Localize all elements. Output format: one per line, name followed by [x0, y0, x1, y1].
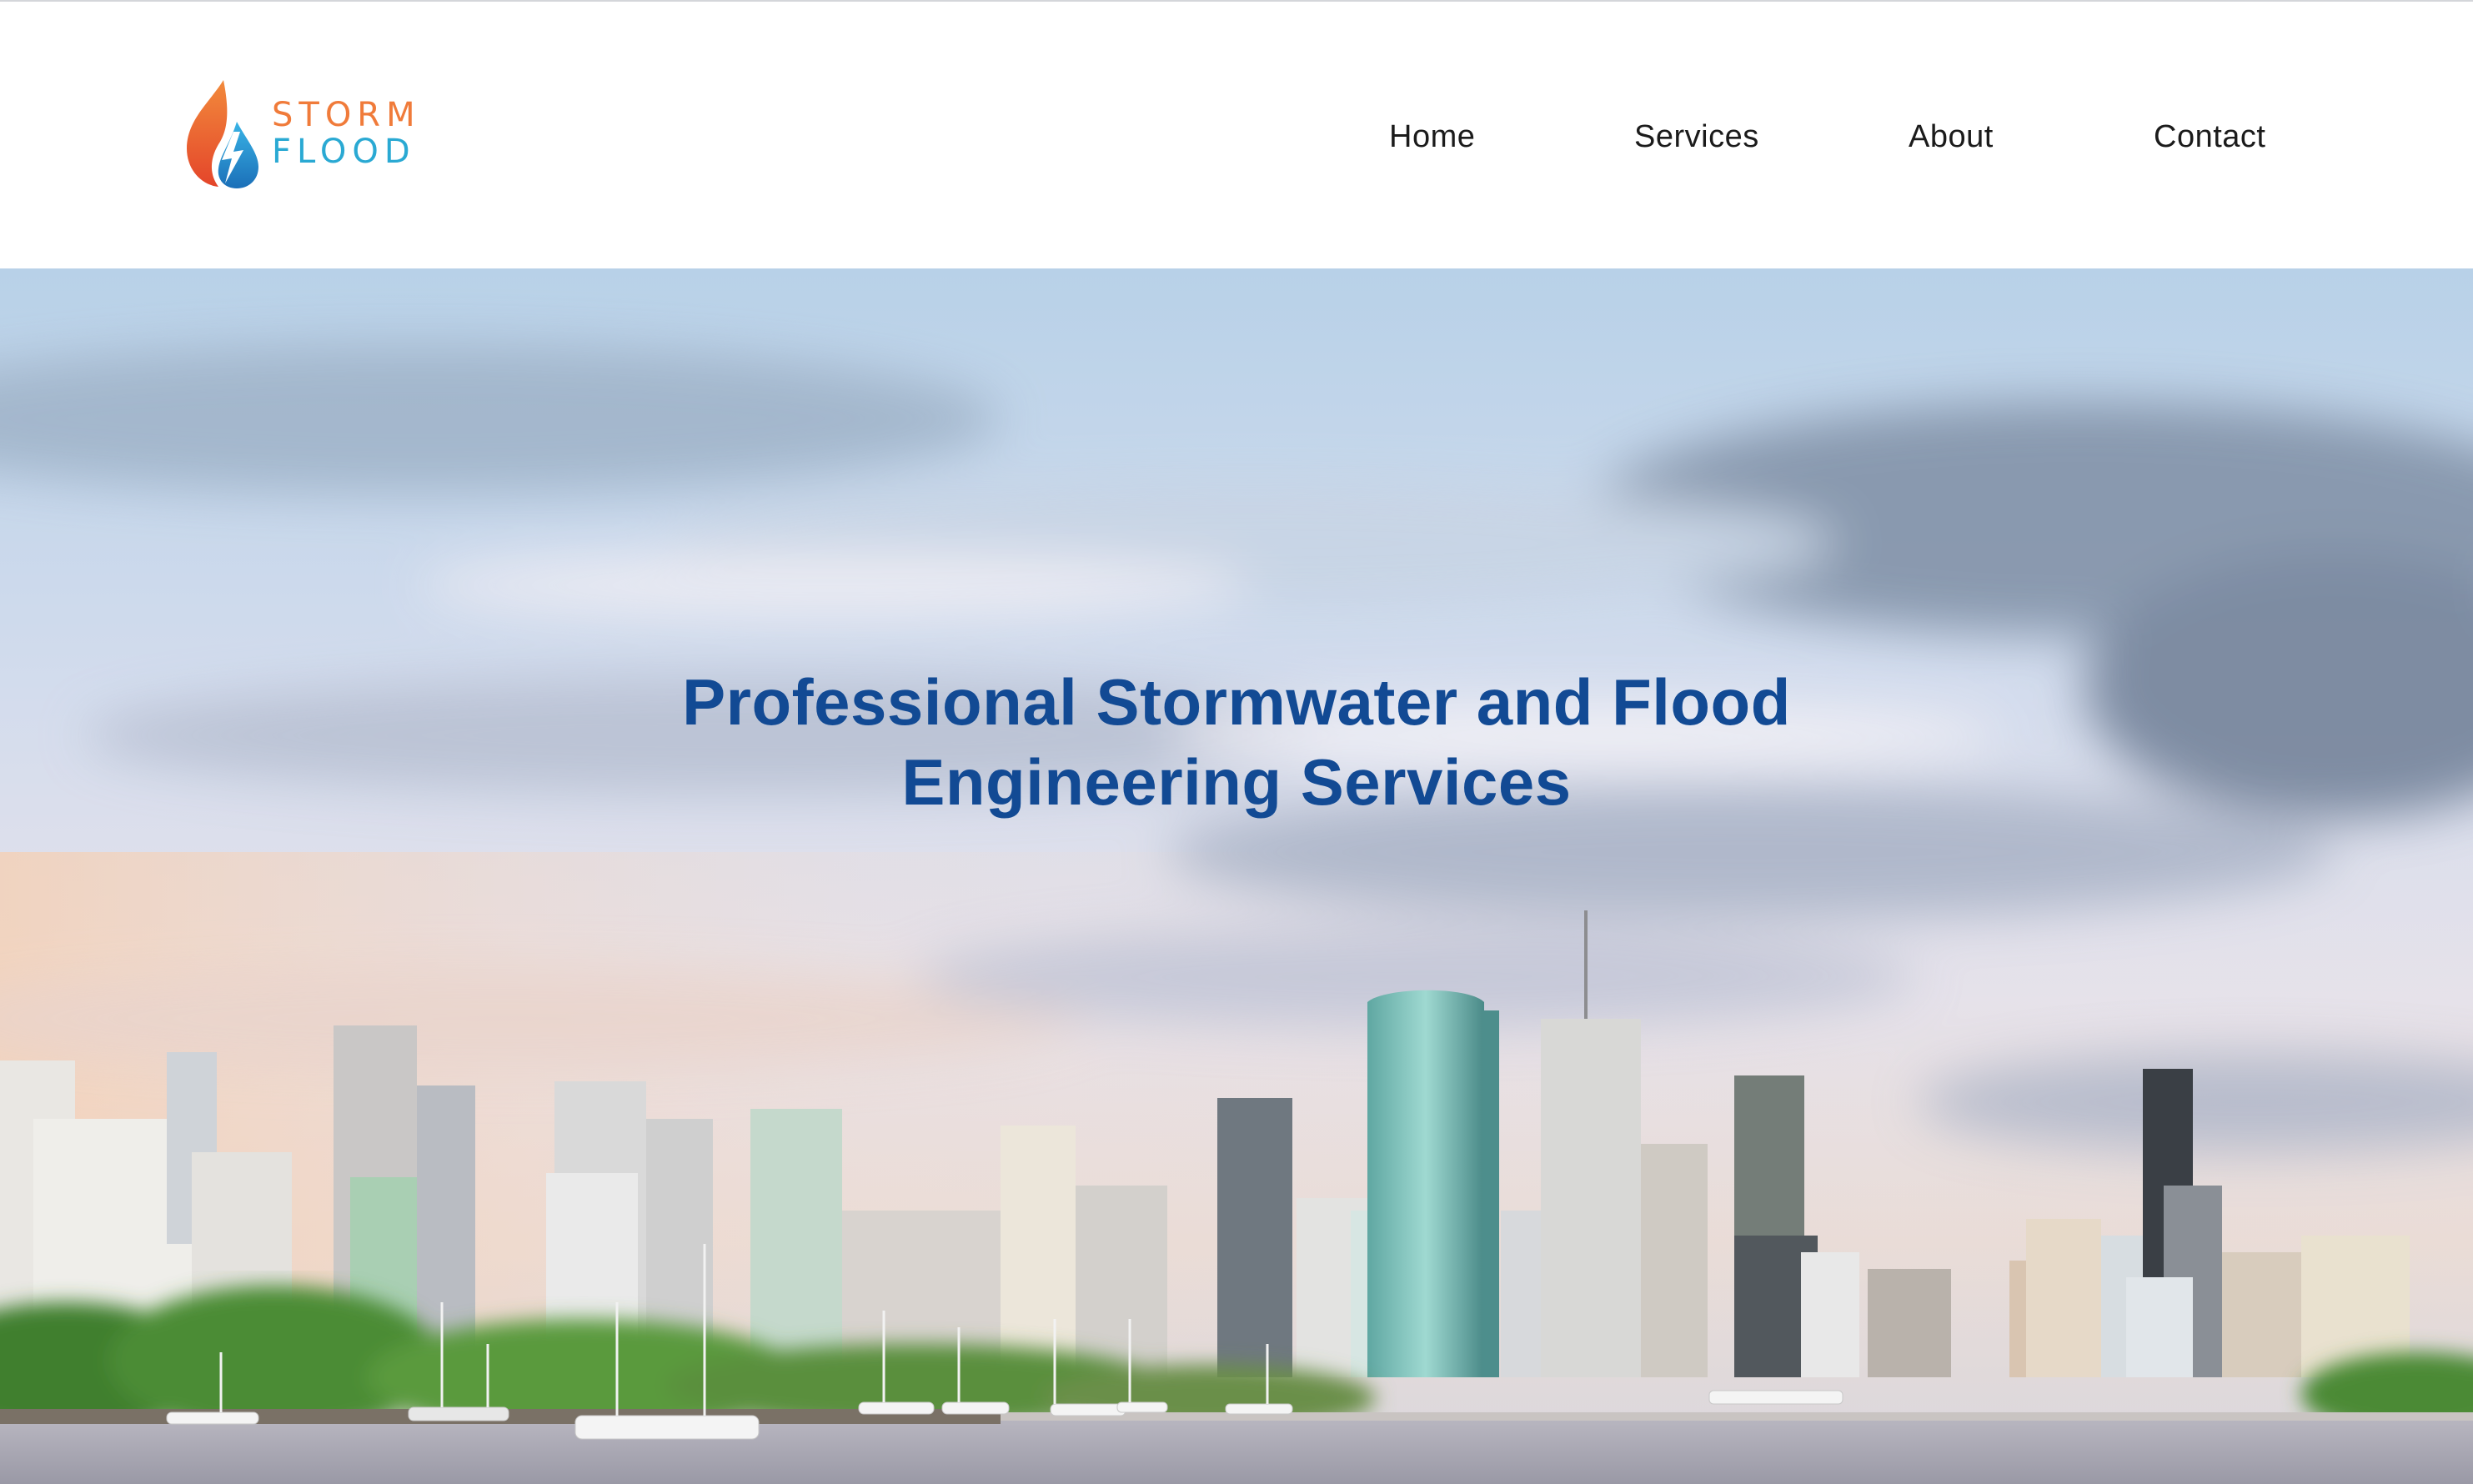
city-skyline-image [0, 268, 2473, 1484]
site-header: STORM FLOOD Home Services About Contact [0, 2, 2473, 268]
hero-heading: Professional Stormwater and Flood Engine… [403, 662, 2070, 822]
hero-heading-line-2: Engineering Services [901, 745, 1572, 819]
main-nav: Home Services About Contact [0, 112, 2473, 162]
hero-heading-line-1: Professional Stormwater and Flood [682, 665, 1791, 739]
hero-section: Professional Stormwater and Flood Engine… [0, 268, 2473, 1484]
nav-services-link[interactable]: Services [1634, 112, 1759, 162]
nav-contact-link[interactable]: Contact [2154, 112, 2265, 162]
nav-about-link[interactable]: About [1909, 112, 1994, 162]
nav-home-link[interactable]: Home [1389, 112, 1475, 162]
